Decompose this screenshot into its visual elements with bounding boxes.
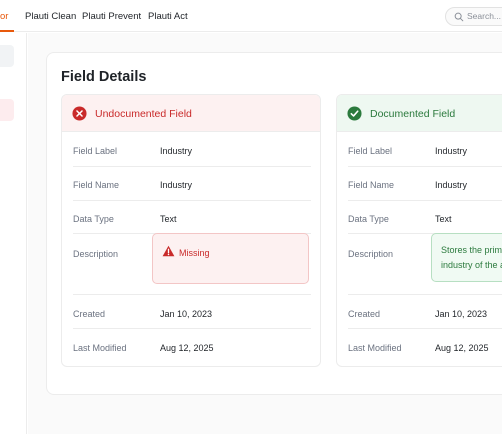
data-type-value: Text xyxy=(435,214,452,224)
row-divider xyxy=(348,294,502,295)
x-circle-icon xyxy=(72,106,87,121)
sidebar xyxy=(0,33,27,434)
warning-icon xyxy=(162,245,175,257)
description-box: Stores the primary industry of the accou… xyxy=(431,233,502,282)
row-divider xyxy=(73,294,311,295)
last-modified-value: Aug 12, 2025 xyxy=(435,343,489,353)
created-value: Jan 10, 2023 xyxy=(160,309,213,319)
last-modified-label: Last Modified xyxy=(73,343,127,353)
card-title: Documented Field xyxy=(370,108,456,120)
description-value: Stores the primary industry of the accou… xyxy=(441,245,502,270)
created-label: Created xyxy=(348,309,381,319)
row-divider xyxy=(73,166,311,167)
search-box[interactable]: Search... xyxy=(445,7,502,26)
card-title: Undocumented Field xyxy=(95,108,192,120)
card-header: Documented Field xyxy=(337,95,502,132)
created-value: Jan 10, 2023 xyxy=(435,309,488,319)
field-name-value: Industry xyxy=(160,180,193,190)
created-label: Created xyxy=(73,309,106,319)
data-type-value: Text xyxy=(160,214,177,224)
field-label-label: Field Label xyxy=(73,146,118,156)
field-label-label: Field Label xyxy=(348,146,393,156)
description-label: Description xyxy=(348,249,394,259)
last-modified-label: Last Modified xyxy=(348,343,402,353)
missing-description-badge: Missing xyxy=(152,233,309,284)
active-tab-indicator xyxy=(0,30,14,32)
search-input[interactable]: Search... xyxy=(467,11,501,21)
tab-plauti-act[interactable]: Plauti Act xyxy=(148,11,188,22)
check-circle-icon xyxy=(347,106,362,121)
documented-field-card: Documented Field Field Label Industry Fi… xyxy=(336,94,502,367)
row-divider xyxy=(73,328,311,329)
row-divider xyxy=(348,328,502,329)
row-divider xyxy=(348,166,502,167)
undocumented-field-card: Undocumented Field Field Label Industry … xyxy=(61,94,321,367)
data-type-label: Data Type xyxy=(73,214,114,224)
tab-current[interactable]: or xyxy=(0,11,8,22)
search-icon xyxy=(454,12,464,22)
page-title: Field Details xyxy=(61,69,147,85)
sidebar-item-selected[interactable] xyxy=(0,99,14,121)
top-nav-bar: or Plauti Clean Plauti Prevent Plauti Ac… xyxy=(0,0,502,32)
last-modified-value: Aug 12, 2025 xyxy=(160,343,214,353)
field-name-label: Field Name xyxy=(73,180,120,190)
row-divider xyxy=(73,200,311,201)
description-value: Missing xyxy=(179,248,210,258)
sidebar-item[interactable] xyxy=(0,45,14,67)
tab-plauti-clean[interactable]: Plauti Clean xyxy=(25,11,76,22)
description-label: Description xyxy=(73,249,119,259)
tab-plauti-prevent[interactable]: Plauti Prevent xyxy=(82,11,141,22)
data-type-label: Data Type xyxy=(348,214,389,224)
field-name-value: Industry xyxy=(435,180,468,190)
field-label-value: Industry xyxy=(160,146,193,156)
field-name-label: Field Name xyxy=(348,180,395,190)
field-label-value: Industry xyxy=(435,146,468,156)
card-header: Undocumented Field xyxy=(62,95,320,132)
row-divider xyxy=(348,200,502,201)
